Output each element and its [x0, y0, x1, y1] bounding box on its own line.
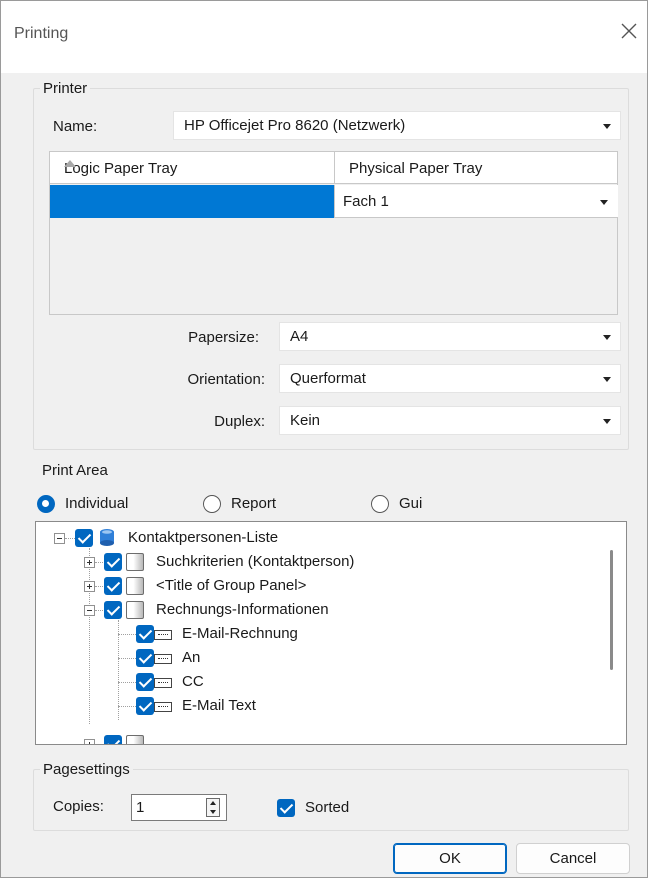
chevron-down-icon: [603, 124, 611, 129]
tree-node-email-text[interactable]: E-Mail Text: [36, 694, 596, 718]
checkbox-checked-icon[interactable]: [104, 735, 122, 744]
tree-label: Suchkriterien (Kontaktperson): [156, 553, 355, 570]
column-header-physical-tray-label: Physical Paper Tray: [349, 160, 483, 177]
papersize-label: Papersize:: [188, 329, 259, 346]
checkbox-checked-icon[interactable]: [136, 649, 154, 667]
papersize-select[interactable]: A4: [279, 322, 621, 351]
checkbox-checked-icon[interactable]: [104, 601, 122, 619]
tree-node-suchkriterien[interactable]: Suchkriterien (Kontaktperson): [36, 550, 596, 574]
orientation-label: Orientation:: [187, 371, 265, 388]
chevron-down-icon: [603, 335, 611, 340]
chevron-down-icon: [603, 419, 611, 424]
logic-tray-cell[interactable]: [50, 185, 334, 218]
tree-node-clipped[interactable]: [36, 732, 596, 744]
text-field-icon: [154, 654, 172, 664]
radio-gui-label: Gui: [399, 495, 423, 512]
database-icon: [100, 529, 114, 546]
panel-icon: [126, 735, 144, 744]
checkbox-checked-icon[interactable]: [136, 673, 154, 691]
printer-name-label: Name:: [53, 118, 98, 135]
radio-unselected-icon: [203, 495, 221, 513]
tree-scrollbar-thumb[interactable]: [610, 550, 613, 670]
tree-label: <Title of Group Panel>: [156, 577, 307, 594]
column-header-logic-tray[interactable]: Logic Paper Tray: [50, 152, 334, 184]
tree-node-group-panel[interactable]: <Title of Group Panel>: [36, 574, 596, 598]
chevron-down-icon: [603, 377, 611, 382]
expand-icon[interactable]: [84, 557, 95, 568]
spinner-arrows-icon[interactable]: [206, 798, 220, 817]
text-field-icon: [154, 702, 172, 712]
duplex-value: Kein: [290, 412, 321, 429]
chevron-down-icon: [600, 200, 608, 205]
panel-icon: [126, 601, 144, 619]
panel-icon: [126, 553, 144, 571]
text-field-icon: [154, 678, 172, 688]
checkbox-checked-icon[interactable]: [136, 625, 154, 643]
physical-tray-select[interactable]: Fach 1: [334, 185, 618, 218]
paper-tray-grid: Logic Paper Tray Physical Paper Tray Fac…: [49, 151, 618, 315]
copies-spinner[interactable]: 1: [131, 794, 227, 821]
checkbox-checked-icon[interactable]: [136, 697, 154, 715]
copies-label: Copies:: [53, 798, 104, 815]
printer-group-legend: Printer: [43, 80, 88, 97]
duplex-label: Duplex:: [214, 413, 265, 430]
tree-node-rechnung[interactable]: Rechnungs-Informationen: [36, 598, 596, 622]
panel-icon: [126, 577, 144, 595]
orientation-select[interactable]: Querformat: [279, 364, 621, 393]
tree-label: Rechnungs-Informationen: [156, 601, 329, 618]
copies-value: 1: [136, 799, 145, 816]
expand-icon[interactable]: [84, 581, 95, 592]
radio-unselected-icon: [371, 495, 389, 513]
pagesettings-group: Pagesettings: [33, 761, 629, 831]
tree-label: CC: [182, 673, 204, 690]
checkbox-checked-icon: [277, 799, 295, 817]
duplex-select[interactable]: Kein: [279, 406, 621, 435]
cancel-button[interactable]: Cancel: [516, 843, 630, 874]
text-field-icon: [154, 630, 172, 640]
papersize-value: A4: [290, 328, 309, 345]
physical-tray-value: Fach 1: [343, 193, 389, 210]
tree-node-an[interactable]: An: [36, 646, 596, 670]
tree-label: Kontaktpersonen-Liste: [128, 529, 279, 546]
collapse-icon[interactable]: [84, 605, 95, 616]
printer-name-value: HP Officejet Pro 8620 (Netzwerk): [184, 117, 406, 134]
sort-ascending-icon: [64, 160, 76, 167]
orientation-value: Querformat: [290, 370, 366, 387]
radio-individual-label: Individual: [65, 495, 129, 512]
title-bar: Printing: [1, 1, 647, 73]
tree-node-cc[interactable]: CC: [36, 670, 596, 694]
radio-report-label: Report: [231, 495, 277, 512]
expand-icon[interactable]: [84, 739, 95, 744]
radio-selected-icon: [37, 495, 55, 513]
tree-label: An: [182, 649, 201, 666]
tree-label: E-Mail Text: [182, 697, 256, 714]
dialog-title: Printing: [14, 25, 69, 42]
sorted-label: Sorted: [305, 799, 350, 816]
radio-individual[interactable]: Individual: [37, 495, 177, 515]
checkbox-checked-icon[interactable]: [75, 529, 93, 547]
radio-report[interactable]: Report: [203, 495, 323, 515]
checkbox-checked-icon[interactable]: [104, 553, 122, 571]
close-icon[interactable]: [617, 19, 641, 43]
tree-node-root[interactable]: Kontaktpersonen-Liste: [36, 526, 596, 550]
sorted-checkbox[interactable]: Sorted: [277, 799, 367, 819]
column-header-physical-tray[interactable]: Physical Paper Tray: [334, 152, 617, 184]
column-header-logic-tray-label: Logic Paper Tray: [64, 160, 178, 177]
collapse-icon[interactable]: [54, 533, 65, 544]
pagesettings-group-legend: Pagesettings: [43, 761, 130, 778]
print-area-tree[interactable]: Kontaktpersonen-Liste Suchkriterien (Kon…: [35, 521, 627, 745]
printer-name-select[interactable]: HP Officejet Pro 8620 (Netzwerk): [173, 111, 621, 140]
checkbox-checked-icon[interactable]: [104, 577, 122, 595]
ok-button[interactable]: OK: [393, 843, 507, 874]
tree-node-email-rechnung[interactable]: E-Mail-Rechnung: [36, 622, 596, 646]
tree-label: E-Mail-Rechnung: [182, 625, 298, 642]
printing-dialog: Printing Printer Name: HP Officejet Pro …: [0, 0, 648, 878]
radio-gui[interactable]: Gui: [371, 495, 461, 515]
print-area-group-legend: Print Area: [42, 462, 108, 479]
